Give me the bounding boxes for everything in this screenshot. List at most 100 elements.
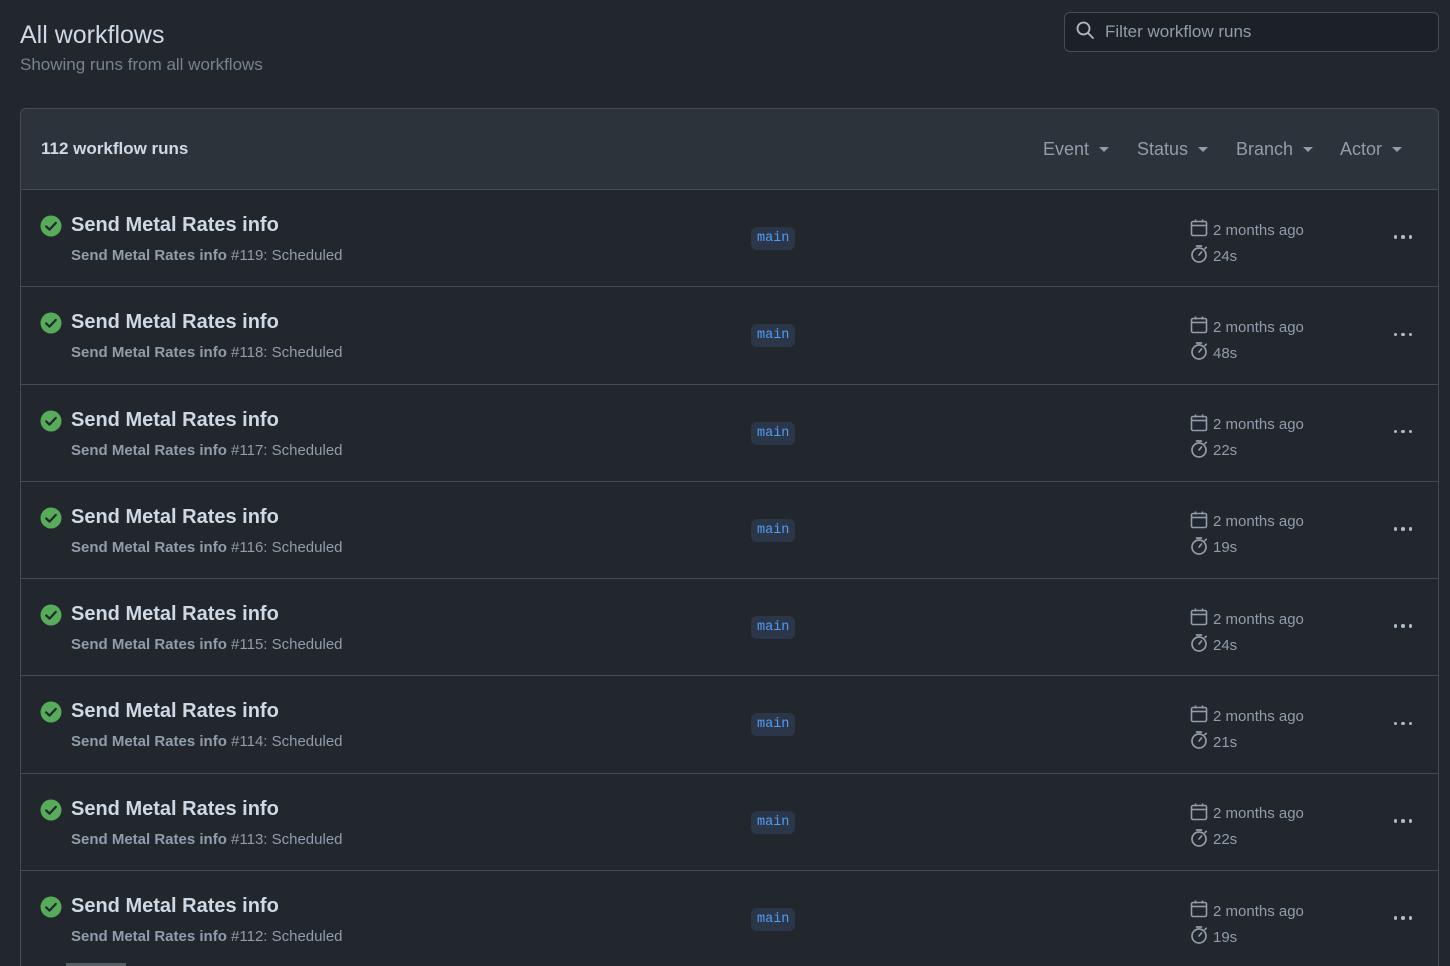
stopwatch-icon xyxy=(1189,536,1213,560)
run-date-text: 2 months ago xyxy=(1213,805,1304,823)
success-check-icon xyxy=(40,896,62,918)
actor-filter-button[interactable]: Actor xyxy=(1340,137,1403,161)
run-date: 2 months ago xyxy=(1189,217,1304,243)
event-filter-button[interactable]: Event xyxy=(1043,137,1110,161)
run-duration: 24s xyxy=(1189,243,1304,269)
run-subtitle: Send Metal Rates info #116: Scheduled xyxy=(71,538,343,558)
actor-filter-label: Actor xyxy=(1340,138,1383,159)
branch-label[interactable]: main xyxy=(751,810,796,834)
run-workflow-name: Send Metal Rates info xyxy=(71,636,227,654)
run-workflow-name: Send Metal Rates info xyxy=(71,733,227,751)
stopwatch-icon xyxy=(1189,828,1213,852)
workflow-run-row[interactable]: Send Metal Rates info Send Metal Rates i… xyxy=(21,579,1438,677)
run-title[interactable]: Send Metal Rates info xyxy=(71,796,279,822)
filter-workflow-runs-input[interactable] xyxy=(1105,13,1438,51)
run-meta: 2 months ago 22s xyxy=(1189,412,1304,464)
kebab-horizontal-icon[interactable] xyxy=(1387,808,1419,834)
run-workflow-name: Send Metal Rates info xyxy=(71,441,227,459)
status-filter-button[interactable]: Status xyxy=(1137,137,1209,161)
run-detail: #114: Scheduled xyxy=(231,733,343,751)
branch-label[interactable]: main xyxy=(751,324,796,348)
kebab-horizontal-icon[interactable] xyxy=(1387,613,1419,639)
stopwatch-icon xyxy=(1189,341,1213,365)
run-meta: 2 months ago 19s xyxy=(1189,509,1304,561)
run-date-text: 2 months ago xyxy=(1213,610,1304,628)
branch-label[interactable]: main xyxy=(751,227,796,250)
branch-filter-label: Branch xyxy=(1236,138,1294,159)
run-detail: #117: Scheduled xyxy=(231,441,343,459)
run-duration: 19s xyxy=(1189,924,1304,950)
run-date-text: 2 months ago xyxy=(1213,707,1304,725)
kebab-horizontal-icon[interactable] xyxy=(1387,905,1419,931)
kebab-horizontal-icon[interactable] xyxy=(1387,321,1419,347)
run-title[interactable]: Send Metal Rates info xyxy=(71,601,279,627)
run-duration-text: 24s xyxy=(1213,247,1238,265)
workflow-run-row[interactable]: Send Metal Rates info Send Metal Rates i… xyxy=(21,385,1438,482)
success-check-icon xyxy=(40,215,62,237)
kebab-horizontal-icon[interactable] xyxy=(1387,419,1419,445)
success-check-icon xyxy=(40,604,62,626)
workflow-run-row[interactable]: Send Metal Rates info Send Metal Rates i… xyxy=(21,676,1438,774)
run-duration: 22s xyxy=(1189,438,1304,464)
run-duration: 19s xyxy=(1189,535,1304,561)
kebab-horizontal-icon[interactable] xyxy=(1387,224,1419,250)
run-date: 2 months ago xyxy=(1189,703,1304,729)
calendar-icon xyxy=(1189,607,1213,631)
calendar-icon xyxy=(1189,510,1213,534)
run-meta: 2 months ago 21s xyxy=(1189,703,1304,755)
workflow-run-row[interactable]: Send Metal Rates info Send Metal Rates i… xyxy=(21,774,1438,872)
run-date: 2 months ago xyxy=(1189,801,1304,827)
run-duration-text: 48s xyxy=(1213,344,1238,362)
calendar-icon xyxy=(1189,802,1213,826)
run-date-text: 2 months ago xyxy=(1213,221,1304,239)
workflow-run-row[interactable]: Send Metal Rates info Send Metal Rates i… xyxy=(21,190,1438,288)
stopwatch-icon xyxy=(1189,925,1213,949)
run-subtitle: Send Metal Rates info #118: Scheduled xyxy=(71,343,343,363)
status-filter-label: Status xyxy=(1137,138,1189,159)
run-meta: 2 months ago 48s xyxy=(1189,314,1304,366)
branch-label[interactable]: main xyxy=(751,518,796,542)
run-duration-text: 22s xyxy=(1213,442,1238,460)
run-meta: 2 months ago 24s xyxy=(1189,217,1304,269)
event-filter-label: Event xyxy=(1043,138,1090,159)
workflow-run-row[interactable]: Send Metal Rates info Send Metal Rates i… xyxy=(21,287,1438,385)
kebab-horizontal-icon[interactable] xyxy=(1387,516,1419,542)
run-date: 2 months ago xyxy=(1189,898,1304,924)
stopwatch-icon xyxy=(1189,439,1213,463)
run-detail: #112: Scheduled xyxy=(231,928,343,946)
calendar-icon xyxy=(1189,315,1213,339)
stopwatch-icon xyxy=(1189,244,1213,268)
run-duration: 22s xyxy=(1189,827,1304,853)
workflow-run-row[interactable]: Send Metal Rates info Send Metal Rates i… xyxy=(21,482,1438,580)
search-icon xyxy=(1075,20,1095,45)
run-date-text: 2 months ago xyxy=(1213,902,1304,920)
run-duration: 48s xyxy=(1189,340,1304,366)
run-title[interactable]: Send Metal Rates info xyxy=(71,212,279,238)
page-subtitle: Showing runs from all workflows xyxy=(20,55,263,74)
run-title[interactable]: Send Metal Rates info xyxy=(71,893,279,919)
list-header: 112 workflow runs Event Status Branch Ac… xyxy=(21,109,1438,190)
success-check-icon xyxy=(40,799,62,821)
chevron-down-icon xyxy=(1392,146,1403,152)
run-rows: Send Metal Rates info Send Metal Rates i… xyxy=(21,190,1438,966)
run-duration: 21s xyxy=(1189,729,1304,755)
run-date: 2 months ago xyxy=(1189,606,1304,632)
run-title[interactable]: Send Metal Rates info xyxy=(71,698,279,724)
run-title[interactable]: Send Metal Rates info xyxy=(71,407,279,433)
run-duration-text: 22s xyxy=(1213,831,1238,849)
branch-label[interactable]: main xyxy=(751,908,796,932)
calendar-icon xyxy=(1189,413,1213,437)
filter-workflow-runs-box[interactable] xyxy=(1064,12,1439,52)
branch-label[interactable]: main xyxy=(751,713,796,737)
branch-label[interactable]: main xyxy=(751,616,796,640)
run-meta: 2 months ago 22s xyxy=(1189,801,1304,853)
run-title[interactable]: Send Metal Rates info xyxy=(71,504,279,530)
run-meta: 2 months ago 19s xyxy=(1189,898,1304,950)
run-detail: #119: Scheduled xyxy=(231,247,343,264)
kebab-horizontal-icon[interactable] xyxy=(1387,710,1419,736)
branch-filter-button[interactable]: Branch xyxy=(1236,137,1314,161)
calendar-icon xyxy=(1189,899,1213,923)
workflow-run-row[interactable]: Send Metal Rates info Send Metal Rates i… xyxy=(21,871,1438,966)
branch-label[interactable]: main xyxy=(751,421,796,445)
run-title[interactable]: Send Metal Rates info xyxy=(71,309,279,335)
